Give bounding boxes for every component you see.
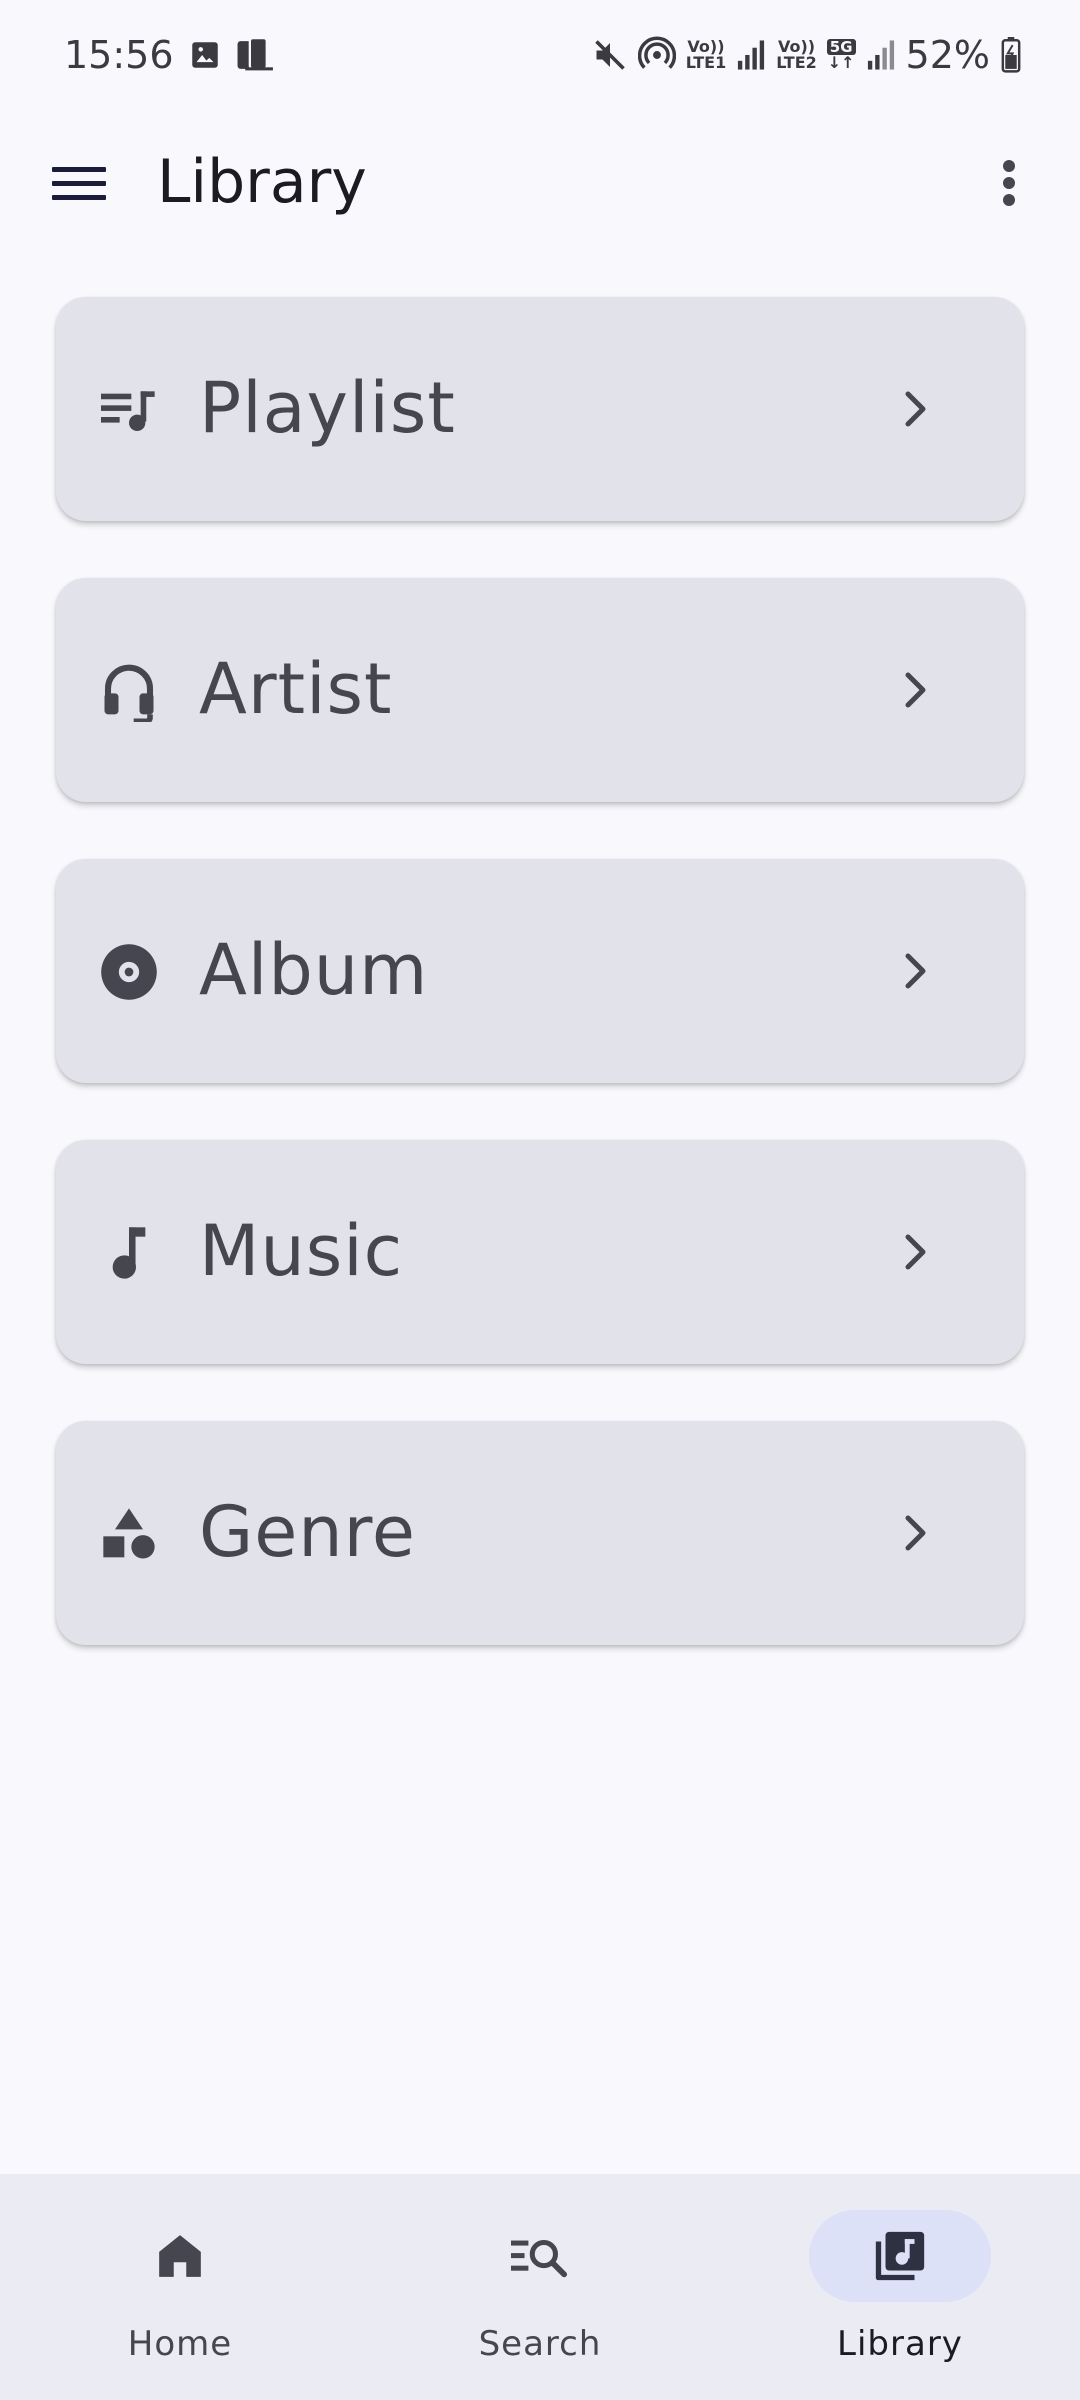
library-item-genre[interactable]: Genre: [56, 1421, 1024, 1645]
nav-indicator: [449, 2210, 631, 2302]
chevron-right-icon: [896, 1513, 936, 1553]
battery-icon: [1000, 37, 1022, 73]
status-time: 15:56: [64, 33, 174, 77]
playlist-icon: [100, 381, 158, 439]
music-note-icon: [100, 1224, 158, 1282]
status-bar-left: 15:56: [64, 33, 276, 77]
more-options-button[interactable]: [972, 146, 1046, 220]
library-item-label: Album: [199, 929, 429, 1011]
battery-percentage: 52%: [905, 33, 990, 77]
library-item-label: Artist: [199, 648, 393, 730]
top-app-bar: Library: [0, 110, 1080, 250]
nav-indicator: [89, 2210, 271, 2302]
status-bar: 15:56 Vo)) LTE1 Vo)) LTE2 5G ↓↑ 52%: [0, 0, 1080, 110]
search-list-icon: [511, 2239, 568, 2278]
bottom-navigation: Home Search Library: [0, 2174, 1080, 2400]
more-vert-icon: [1003, 160, 1015, 206]
signal-icon: [736, 39, 766, 71]
category-icon: [100, 1505, 158, 1563]
signal-icon: [866, 39, 896, 71]
home-icon: [159, 2235, 201, 2277]
chevron-right-icon: [896, 951, 936, 991]
chevron-right-icon: [896, 1232, 936, 1272]
nav-item-library[interactable]: Library: [720, 2174, 1080, 2400]
library-list: Playlist Artist Album Music Genre: [56, 297, 1024, 1702]
page-title: Library: [157, 147, 367, 217]
status-bar-right: Vo)) LTE1 Vo)) LTE2 5G ↓↑ 52%: [592, 33, 1022, 77]
sim2-indicator: Vo)) LTE2: [776, 37, 817, 72]
network-type-indicator: 5G ↓↑: [826, 38, 856, 72]
hotspot-icon: [637, 36, 676, 74]
headphones-icon: [100, 662, 158, 722]
menu-button[interactable]: [42, 146, 116, 220]
sim1-indicator: Vo)) LTE1: [685, 37, 727, 72]
nav-indicator-active: [809, 2210, 991, 2302]
library-music-icon: [875, 2231, 925, 2281]
nav-label: Search: [478, 2324, 602, 2364]
library-item-music[interactable]: Music: [56, 1140, 1024, 1364]
library-item-playlist[interactable]: Playlist: [56, 297, 1024, 521]
image-icon: [188, 38, 222, 72]
library-item-label: Playlist: [199, 367, 456, 449]
library-item-label: Genre: [199, 1491, 416, 1573]
nav-label: Home: [127, 2324, 233, 2364]
nav-item-search[interactable]: Search: [360, 2174, 720, 2400]
chevron-right-icon: [896, 670, 936, 710]
library-item-label: Music: [199, 1210, 404, 1292]
album-icon: [100, 943, 158, 1001]
library-item-artist[interactable]: Artist: [56, 578, 1024, 802]
phone-link-icon: [236, 36, 276, 74]
chevron-right-icon: [896, 389, 936, 429]
nav-item-home[interactable]: Home: [0, 2174, 360, 2400]
nav-label: Library: [837, 2324, 963, 2364]
library-item-album[interactable]: Album: [56, 859, 1024, 1083]
mute-icon: [592, 37, 628, 73]
menu-icon: [52, 167, 106, 200]
